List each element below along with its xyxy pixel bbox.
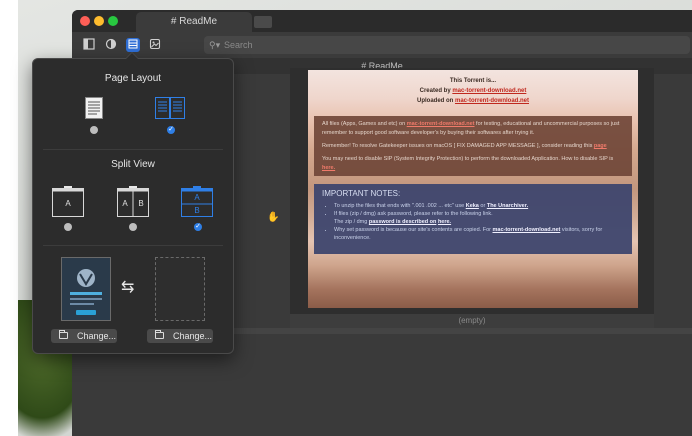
popover-arrow-inner <box>126 53 138 59</box>
layout-popover: Page Layout ✓ Split View A A B A B ✓ ⇆ C… <box>32 52 234 354</box>
para1-link[interactable]: mac-torrent-download.net <box>407 121 475 127</box>
intro-line: This Torrent is... <box>449 78 497 84</box>
note1-mid: or <box>478 203 487 209</box>
section-divider <box>43 245 223 246</box>
toolbar: ⚲▾ Search <box>72 32 692 58</box>
empty-pane-label: (empty) <box>290 314 654 328</box>
single-page-layout-icon[interactable] <box>85 97 103 124</box>
title-bar: # ReadMe <box>72 10 692 32</box>
important-notes-box: IMPORTANT NOTES: To unzip the files that… <box>314 184 632 254</box>
minimize-button[interactable] <box>94 16 104 26</box>
zoom-button[interactable] <box>108 16 118 26</box>
notice-para-2: Remember! To resolve Gatekeeper issues o… <box>322 142 624 151</box>
section-divider <box>43 149 223 150</box>
search-input[interactable]: ⚲▾ Search <box>204 36 690 54</box>
note3-prefix: Why set password is because our site's c… <box>334 227 493 233</box>
folder-icon <box>155 330 164 339</box>
notice-box: All files (Apps, Games and etc) on mac-t… <box>314 116 632 176</box>
layout-icon[interactable] <box>126 38 140 52</box>
change-right-label: Change... <box>173 331 213 341</box>
intro-created: Created by mac-torrent-download.net <box>308 86 638 96</box>
split-view-title: Split View <box>111 159 155 170</box>
change-right-button[interactable]: Change... <box>147 329 213 343</box>
created-by-link[interactable]: mac-torrent-download.net <box>452 88 526 94</box>
document-page: This Torrent is... Created by mac-torren… <box>308 70 638 308</box>
two-page-layout-icon[interactable] <box>155 97 185 124</box>
two-page-radio[interactable]: ✓ <box>167 126 175 134</box>
site-link[interactable]: mac-torrent-download.net <box>493 227 561 233</box>
document-intro: This Torrent is... Created by mac-torren… <box>308 76 638 106</box>
note-item: If files (zip / dmg) ask password, pleas… <box>334 210 624 226</box>
page-layout-title: Page Layout <box>104 73 162 84</box>
intro-created-prefix: Created by <box>419 88 453 94</box>
split-single-radio[interactable] <box>64 223 72 231</box>
sip-here-link[interactable]: here. <box>322 165 335 171</box>
intro-uploaded-prefix: Uploaded on <box>416 98 455 104</box>
change-left-button[interactable]: Change... <box>51 329 117 343</box>
keka-link[interactable]: Keka <box>466 203 479 209</box>
right-document-thumbnail[interactable] <box>155 257 205 321</box>
split-single-icon[interactable]: A <box>52 185 84 217</box>
para3-prefix: You may need to disable SIP (System Inte… <box>322 156 614 162</box>
para2-prefix: Remember! To resolve Gatekeeper issues o… <box>322 143 594 149</box>
split-stack-b-label: B <box>194 206 200 215</box>
close-button[interactable] <box>80 16 90 26</box>
magnifier-icon: ⚲▾ <box>209 40 221 50</box>
new-tab-button[interactable] <box>254 16 272 28</box>
folder-icon <box>59 330 68 339</box>
password-here-link[interactable]: here. <box>438 219 451 225</box>
note2-sub-prefix: The zip / dmg <box>334 219 369 225</box>
unarchiver-link[interactable]: The Unarchiver. <box>487 203 528 209</box>
search-placeholder: Search <box>224 40 253 50</box>
left-document-thumbnail[interactable] <box>61 257 111 321</box>
split-side-b-label: B <box>138 199 144 208</box>
split-side-by-side-icon[interactable]: A B <box>117 185 149 217</box>
notes-heading: IMPORTANT NOTES: <box>322 189 401 198</box>
password-link[interactable]: password is described on <box>369 219 437 225</box>
swap-arrows-icon[interactable]: ⇆ <box>121 277 134 297</box>
intro-uploaded: Uploaded on mac-torrent-download.net <box>308 96 638 106</box>
gatekeeper-page-link[interactable]: page <box>594 143 607 149</box>
split-single-label: A <box>65 199 71 208</box>
change-left-label: Change... <box>77 331 117 341</box>
split-stacked-icon[interactable]: A B <box>181 185 213 217</box>
hand-cursor-icon: ✋ <box>267 212 280 223</box>
note1-prefix: To unzip the files that ends with ".001 … <box>334 203 466 209</box>
notice-para-3: You may need to disable SIP (System Inte… <box>322 155 624 173</box>
sidebar-icon[interactable] <box>82 38 96 52</box>
notice-para-1: All files (Apps, Games and etc) on mac-t… <box>322 120 624 138</box>
note-item: To unzip the files that ends with ".001 … <box>334 202 624 210</box>
notes-list: To unzip the files that ends with ".001 … <box>322 202 624 242</box>
split-stacked-radio[interactable]: ✓ <box>194 223 202 231</box>
note2-prefix: If files (zip / dmg) ask password, pleas… <box>334 211 493 217</box>
tab-readme[interactable]: # ReadMe <box>136 12 252 32</box>
split-side-radio[interactable] <box>129 223 137 231</box>
split-stack-a-label: A <box>194 193 200 202</box>
single-page-radio[interactable] <box>90 126 98 134</box>
split-side-a-label: A <box>122 199 128 208</box>
document-viewport[interactable]: This Torrent is... Created by mac-torren… <box>290 68 654 318</box>
note-item: Why set password is because our site's c… <box>334 226 624 242</box>
uploaded-on-link[interactable]: mac-torrent-download.net <box>455 98 529 104</box>
export-icon[interactable] <box>148 38 162 52</box>
appearance-icon[interactable] <box>104 38 118 52</box>
para1-prefix: All files (Apps, Games and etc) on <box>322 121 407 127</box>
